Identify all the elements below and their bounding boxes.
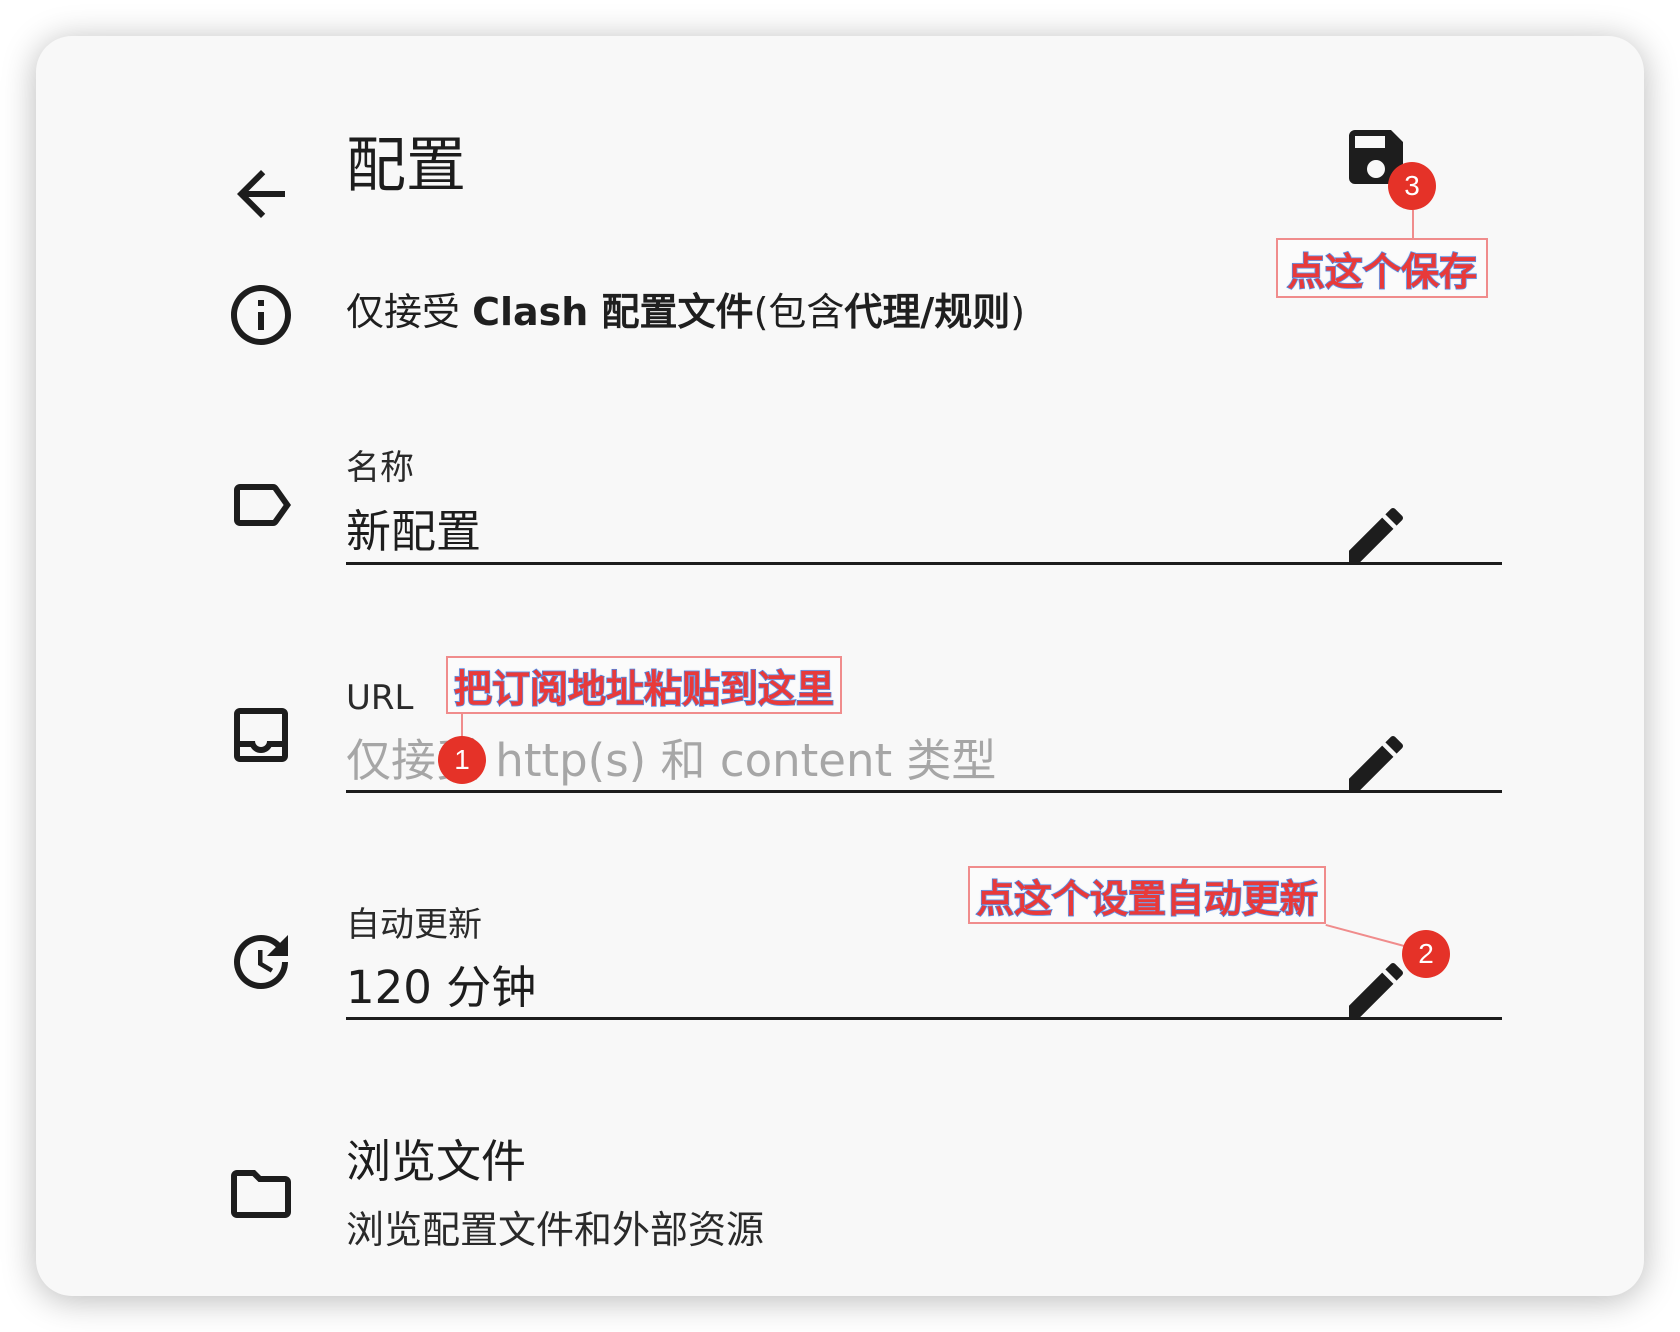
folder-icon <box>225 1158 297 1230</box>
browse-files-title[interactable]: 浏览文件 <box>346 1132 526 1192</box>
browse-files-subtitle: 浏览配置文件和外部资源 <box>346 1208 765 1252</box>
save-annotation-leader <box>1412 210 1414 238</box>
save-annotation-text: 点这个保存 <box>1286 249 1478 295</box>
note-part-1: 仅接受 <box>346 290 473 334</box>
supported-format-note: 仅接受 Clash 配置文件(包含代理/规则) <box>346 282 1025 342</box>
url-field-underline <box>346 790 1502 793</box>
update-annotation-box: 点这个设置自动更新 <box>968 866 1326 924</box>
url-annotation-text: 把订阅地址粘贴到这里 <box>453 666 835 712</box>
label-tag-icon <box>225 469 297 541</box>
page-title: 配置 <box>346 131 466 201</box>
update-annotation-badge: 2 <box>1402 930 1450 978</box>
name-field-underline <box>346 562 1502 565</box>
edit-url-pencil-icon[interactable] <box>1340 727 1412 799</box>
profile-editor-card: 配置 仅接受 Clash 配置文件(包含代理/规则) 名称 新配置 URL 仅接… <box>36 36 1644 1296</box>
note-part-2: (包含 <box>753 290 845 334</box>
inbox-icon <box>225 699 297 771</box>
note-bold-2: 代理/规则 <box>844 290 1011 334</box>
url-annotation-badge: 1 <box>438 736 486 784</box>
save-annotation-badge: 3 <box>1388 162 1436 210</box>
back-arrow-icon[interactable] <box>225 158 297 230</box>
note-part-3: ) <box>1010 290 1026 334</box>
url-field-label: URL <box>346 678 414 718</box>
save-annotation-box: 点这个保存 <box>1276 238 1488 298</box>
name-field-label: 名称 <box>346 448 414 488</box>
update-annotation-text: 点这个设置自动更新 <box>975 876 1319 922</box>
url-annotation-box: 把订阅地址粘贴到这里 <box>446 656 842 714</box>
info-icon <box>225 279 297 351</box>
name-field-value[interactable]: 新配置 <box>346 502 481 562</box>
update-clock-icon <box>225 926 297 998</box>
auto-update-underline <box>346 1017 1502 1020</box>
note-bold-1: Clash 配置文件 <box>472 290 754 334</box>
auto-update-label: 自动更新 <box>346 905 482 945</box>
edit-name-pencil-icon[interactable] <box>1340 499 1412 571</box>
auto-update-value[interactable]: 120 分钟 <box>346 958 536 1018</box>
edit-auto-update-pencil-icon[interactable] <box>1340 954 1412 1026</box>
